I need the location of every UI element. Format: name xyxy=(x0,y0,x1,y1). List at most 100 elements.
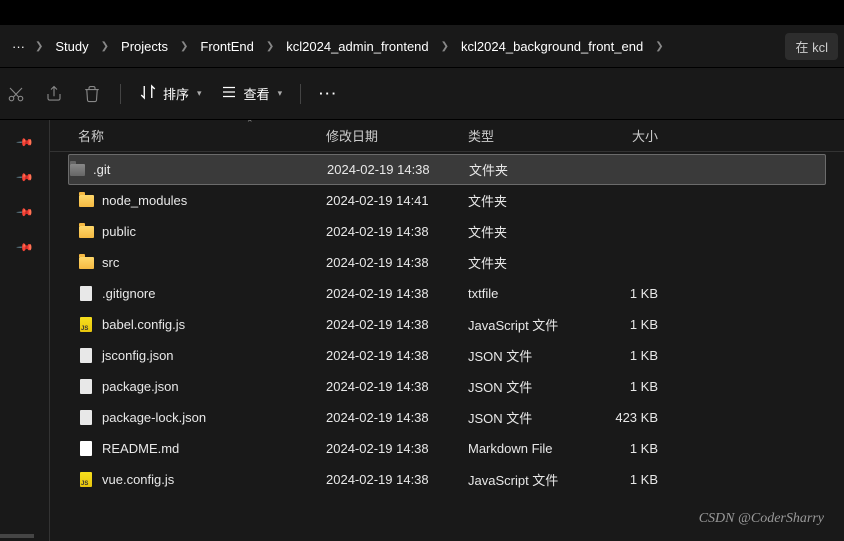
file-row[interactable]: .git2024-02-19 14:38文件夹 xyxy=(68,154,826,185)
file-icon xyxy=(78,348,94,364)
watermark: CSDN @CoderSharry xyxy=(699,511,824,527)
chevron-down-icon: ▾ xyxy=(278,88,283,99)
js-file-icon xyxy=(78,317,94,333)
folder-icon xyxy=(78,224,94,240)
file-type: txtfile xyxy=(468,286,588,301)
pin-icon[interactable]: 📌 xyxy=(15,168,34,187)
file-row[interactable]: vue.config.js 2024-02-19 14:38JavaScript … xyxy=(50,464,844,495)
breadcrumb-item[interactable]: Projects xyxy=(113,35,176,58)
column-header-type[interactable]: 类型 xyxy=(468,126,588,145)
delete-icon[interactable] xyxy=(82,84,102,104)
file-row[interactable]: .gitignore 2024-02-19 14:38txtfile1 KB xyxy=(50,278,844,309)
titlebar xyxy=(0,0,844,25)
view-label: 查看 xyxy=(244,84,270,103)
file-name: README.md xyxy=(102,441,179,456)
file-type: 文件夹 xyxy=(468,191,588,210)
js-file-icon xyxy=(78,472,94,488)
bottom-accent xyxy=(0,534,34,538)
file-row[interactable]: package-lock.json2024-02-19 14:38JSON 文件… xyxy=(50,402,844,433)
file-type: JavaScript 文件 xyxy=(468,470,588,489)
file-date: 2024-02-19 14:38 xyxy=(326,379,468,394)
file-rows: .git2024-02-19 14:38文件夹 node_modules 2024-… xyxy=(50,152,844,495)
column-header-date[interactable]: 修改日期 xyxy=(326,126,468,145)
file-name: node_modules xyxy=(102,193,187,208)
list-icon xyxy=(220,83,238,104)
sort-button[interactable]: 排序 ▾ xyxy=(139,83,202,104)
column-headers: ⌃ 名称 修改日期 类型 大小 xyxy=(50,120,844,152)
file-size: 1 KB xyxy=(588,286,658,301)
folder-icon xyxy=(78,255,94,271)
file-date: 2024-02-19 14:38 xyxy=(326,255,468,270)
view-button[interactable]: 查看 ▾ xyxy=(220,83,283,104)
breadcrumb-ellipsis[interactable]: ··· xyxy=(6,35,31,58)
file-size: 1 KB xyxy=(588,317,658,332)
file-row[interactable]: package.json 2024-02-19 14:38JSON 文件1 KB xyxy=(50,371,844,402)
divider xyxy=(300,84,301,104)
file-row[interactable]: node_modules 2024-02-19 14:41文件夹 xyxy=(50,185,844,216)
main-area: 📌 📌 📌 📌 ⌃ 名称 修改日期 类型 大小 .git2024-02-19 1… xyxy=(0,120,844,541)
file-row[interactable]: jsconfig.json 2024-02-19 14:38JSON 文件1 KB xyxy=(50,340,844,371)
sort-indicator-icon: ⌃ xyxy=(246,120,254,129)
md-file-icon xyxy=(78,441,94,457)
more-button[interactable]: ··· xyxy=(319,86,338,101)
breadcrumb-item[interactable]: FrontEnd xyxy=(192,35,261,58)
file-type: JavaScript 文件 xyxy=(468,315,588,334)
file-name: src xyxy=(102,255,119,270)
chevron-right-icon: ❯ xyxy=(180,41,188,52)
file-date: 2024-02-19 14:38 xyxy=(326,317,468,332)
file-name: vue.config.js xyxy=(102,472,174,487)
sidebar: 📌 📌 📌 📌 xyxy=(0,120,50,541)
file-size: 1 KB xyxy=(588,441,658,456)
cut-icon[interactable] xyxy=(6,84,26,104)
file-name: babel.config.js xyxy=(102,317,185,332)
breadcrumb: ··· ❯ Study ❯ Projects ❯ FrontEnd ❯ kcl2… xyxy=(0,25,844,68)
chevron-right-icon: ❯ xyxy=(35,41,43,52)
file-list: ⌃ 名称 修改日期 类型 大小 .git2024-02-19 14:38文件夹n… xyxy=(50,120,844,541)
toolbar: 排序 ▾ 查看 ▾ ··· xyxy=(0,68,844,120)
file-type: 文件夹 xyxy=(469,160,589,179)
file-icon xyxy=(78,410,94,426)
file-row[interactable]: public2024-02-19 14:38文件夹 xyxy=(50,216,844,247)
file-icon xyxy=(78,379,94,395)
file-date: 2024-02-19 14:41 xyxy=(326,193,468,208)
file-date: 2024-02-19 14:38 xyxy=(326,441,468,456)
breadcrumb-item[interactable]: Study xyxy=(47,35,96,58)
file-date: 2024-02-19 14:38 xyxy=(326,286,468,301)
file-name: public xyxy=(102,224,136,239)
folder-icon xyxy=(69,162,85,178)
file-size: 423 KB xyxy=(588,410,658,425)
file-row[interactable]: README.md 2024-02-19 14:38Markdown File1 … xyxy=(50,433,844,464)
column-header-size[interactable]: 大小 xyxy=(588,126,658,145)
breadcrumb-item[interactable]: kcl2024_background_front_end xyxy=(453,35,651,58)
file-name: package-lock.json xyxy=(102,410,206,425)
file-date: 2024-02-19 14:38 xyxy=(326,348,468,363)
file-size: 1 KB xyxy=(588,379,658,394)
column-header-name[interactable]: 名称 xyxy=(68,126,326,145)
file-row[interactable]: babel.config.js 2024-02-19 14:38JavaScrip… xyxy=(50,309,844,340)
chevron-right-icon: ❯ xyxy=(101,41,109,52)
file-date: 2024-02-19 14:38 xyxy=(326,472,468,487)
sort-label: 排序 xyxy=(163,84,189,103)
file-name: .gitignore xyxy=(102,286,155,301)
pin-icon[interactable]: 📌 xyxy=(15,203,34,222)
share-icon[interactable] xyxy=(44,84,64,104)
search-input[interactable]: 在 kcl xyxy=(785,33,838,60)
file-name: package.json xyxy=(102,379,179,394)
file-type: JSON 文件 xyxy=(468,346,588,365)
file-date: 2024-02-19 14:38 xyxy=(327,162,469,177)
file-type: JSON 文件 xyxy=(468,377,588,396)
chevron-down-icon: ▾ xyxy=(197,88,202,99)
file-type: Markdown File xyxy=(468,441,588,456)
chevron-right-icon: ❯ xyxy=(655,41,663,52)
file-type: 文件夹 xyxy=(468,222,588,241)
file-name: jsconfig.json xyxy=(102,348,174,363)
file-size: 1 KB xyxy=(588,348,658,363)
chevron-right-icon: ❯ xyxy=(441,41,449,52)
breadcrumb-item[interactable]: kcl2024_admin_frontend xyxy=(278,35,436,58)
divider xyxy=(120,84,121,104)
chevron-right-icon: ❯ xyxy=(266,41,274,52)
file-type: JSON 文件 xyxy=(468,408,588,427)
pin-icon[interactable]: 📌 xyxy=(15,238,34,257)
file-row[interactable]: src2024-02-19 14:38文件夹 xyxy=(50,247,844,278)
pin-icon[interactable]: 📌 xyxy=(15,133,34,152)
